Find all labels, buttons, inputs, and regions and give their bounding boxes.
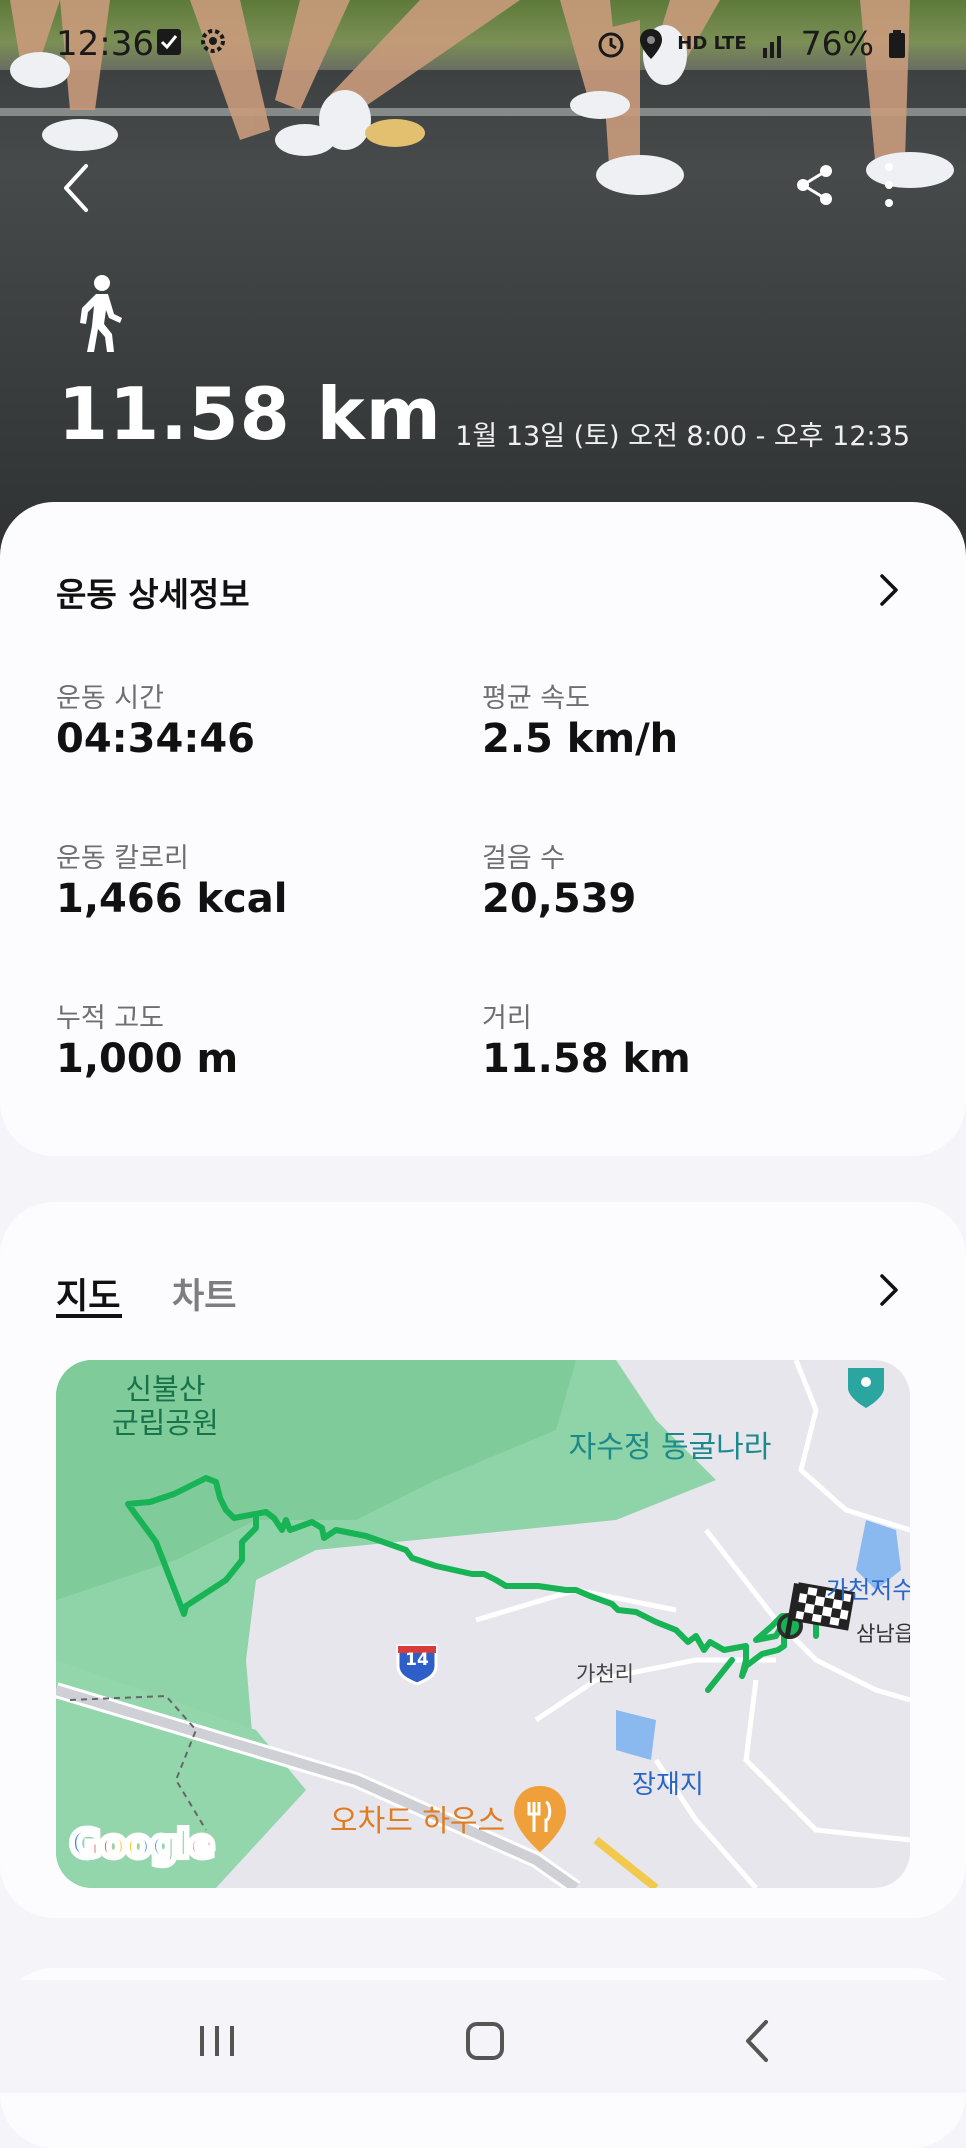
alarm-icon bbox=[598, 32, 624, 57]
location-icon bbox=[640, 28, 663, 59]
stat-value-elevation: 1,000 m bbox=[56, 1036, 239, 1082]
stat-label-steps: 걸음 수 bbox=[482, 843, 566, 874]
map-label-village: 가천리 bbox=[576, 1662, 634, 1686]
stat-value-distance: 11.58 km bbox=[482, 1036, 691, 1082]
stat-label-avg-speed: 평균 속도 bbox=[482, 683, 590, 714]
google-logo: Google bbox=[67, 1819, 217, 1869]
stat-value-duration: 04:34:46 bbox=[56, 716, 255, 762]
network-label: HD LTE bbox=[677, 33, 747, 54]
total-distance: 11.58 km bbox=[58, 372, 442, 456]
google-attribution: Google bbox=[67, 1819, 217, 1869]
workout-details-card[interactable]: 운동 상세정보 운동 시간 04:34:46 평균 속도 2.5 km/h 운동… bbox=[0, 502, 966, 1156]
back-button[interactable] bbox=[54, 160, 98, 216]
settings-gear-icon bbox=[201, 29, 225, 53]
stat-label-duration: 운동 시간 bbox=[56, 683, 164, 714]
map-label-reservoir: 가천저수 bbox=[826, 1576, 910, 1604]
status-bar: 12:36 HD LTE 76% bbox=[0, 0, 966, 90]
stat-label-calories: 운동 칼로리 bbox=[56, 843, 189, 874]
map-label-park: 신불산 군립공원 bbox=[112, 1372, 219, 1440]
details-title: 운동 상세정보 bbox=[56, 575, 250, 614]
map-label-pond: 장재지 bbox=[632, 1770, 704, 1800]
recent-apps-icon[interactable] bbox=[192, 2016, 242, 2066]
route-map[interactable]: 신불산 군립공원 자수정 동굴나라 가천저수 삼남읍 가천리 장재지 오차드 하… bbox=[56, 1360, 910, 1888]
stat-value-avg-speed: 2.5 km/h bbox=[482, 716, 679, 762]
active-tab-indicator bbox=[56, 1314, 122, 1318]
map-chart-card: 지도 차트 신불산 군립공원 자수정 동굴나라 가천저수 삼남읍 가천리 장재지… bbox=[0, 1202, 966, 1918]
battery-icon bbox=[889, 29, 905, 58]
status-time: 12:36 bbox=[56, 24, 154, 64]
workout-datetime: 1월 13일 (토) 오전 8:00 - 오후 12:35 bbox=[455, 421, 910, 452]
stat-value-calories: 1,466 kcal bbox=[56, 876, 288, 922]
map-label-restaurant[interactable]: 오차드 하우스 bbox=[330, 1796, 505, 1840]
chevron-right-icon[interactable] bbox=[878, 572, 900, 608]
back-nav-icon[interactable] bbox=[734, 2016, 784, 2066]
tab-chart[interactable]: 차트 bbox=[172, 1268, 236, 1319]
signal-icon bbox=[762, 35, 781, 58]
map-label-cave: 자수정 동굴나라 bbox=[568, 1430, 772, 1465]
tab-map[interactable]: 지도 bbox=[56, 1268, 120, 1319]
map-label-town: 삼남읍 bbox=[856, 1622, 910, 1646]
route-shield-number: 14 bbox=[405, 1650, 429, 1670]
battery-percent: 76% bbox=[800, 24, 874, 63]
hero-banner: 12:36 HD LTE 76% 11.58 km 1월 13일 (토) 오전 … bbox=[0, 0, 966, 560]
chevron-right-icon[interactable] bbox=[878, 1272, 900, 1308]
stat-label-distance: 거리 bbox=[482, 1003, 532, 1034]
stat-label-elevation: 누적 고도 bbox=[56, 1003, 164, 1034]
more-options-icon[interactable] bbox=[876, 162, 902, 208]
stat-value-steps: 20,539 bbox=[482, 876, 637, 922]
notification-check-icon bbox=[157, 29, 181, 55]
walk-icon bbox=[80, 275, 122, 352]
navigation-bar bbox=[0, 1980, 966, 2093]
home-icon[interactable] bbox=[460, 2016, 510, 2066]
share-icon[interactable] bbox=[792, 162, 838, 208]
